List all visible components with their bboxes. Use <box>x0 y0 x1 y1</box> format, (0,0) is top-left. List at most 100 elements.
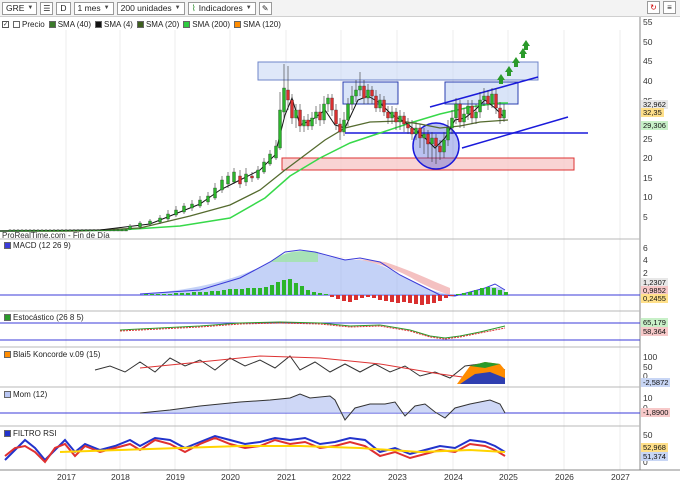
legend-swatch <box>4 351 11 358</box>
candle-body <box>198 199 202 207</box>
blai5-label[interactable]: Blai5 Koncorde v.09 (15) <box>2 350 103 359</box>
macd-bar <box>240 289 244 295</box>
macd-bar <box>258 288 262 295</box>
macd-bar <box>444 295 448 298</box>
macd-bar <box>384 295 388 301</box>
candle-body <box>220 179 224 191</box>
panel-title: MACD (12 26 9) <box>13 241 71 250</box>
candle-body <box>430 137 434 145</box>
candle-body <box>342 119 346 133</box>
rsi-red-line <box>4 436 506 464</box>
macd-area-green <box>270 251 318 262</box>
macd-bar <box>210 291 214 295</box>
macd-label[interactable]: MACD (12 26 9) <box>2 241 73 250</box>
candle-body <box>450 117 454 129</box>
candle-body <box>418 127 422 139</box>
blai5-tag: -2,5872 <box>641 378 671 387</box>
candle-body <box>206 195 210 203</box>
candle-body <box>438 145 442 153</box>
macd-tag: 0,2455 <box>641 294 668 303</box>
candle-body <box>402 115 406 125</box>
x-tick: 2019 <box>166 472 185 482</box>
candle-body <box>182 205 186 213</box>
macd-bar <box>354 295 358 300</box>
mom-axis[interactable]: 10 0 <box>640 387 680 426</box>
rsi-blue-line <box>4 434 506 462</box>
macd-bar <box>246 288 250 295</box>
resistance-zone[interactable] <box>257 61 539 81</box>
macd-bar <box>288 279 292 295</box>
macd-bar <box>144 294 148 295</box>
panel-title: FILTRO RSI <box>13 429 57 438</box>
macd-bar <box>198 292 202 295</box>
macd-bar <box>174 293 178 295</box>
candle-body <box>318 111 322 121</box>
candle-body <box>138 222 142 228</box>
candle-body <box>302 119 306 127</box>
macd-bar <box>330 295 334 297</box>
x-tick: 2026 <box>555 472 574 482</box>
candle-body <box>362 85 366 99</box>
macd-bar <box>186 293 190 295</box>
macd-bar <box>474 290 478 295</box>
macd-bar <box>234 289 238 295</box>
x-tick: 2027 <box>611 472 630 482</box>
x-tick: 2022 <box>332 472 351 482</box>
x-tick: 2024 <box>444 472 463 482</box>
price-tick: 45 <box>643 56 653 66</box>
candle-body <box>274 145 278 159</box>
candle-body <box>502 109 506 119</box>
candle-body <box>474 111 478 119</box>
candle-body <box>244 173 248 183</box>
macd-bar <box>282 280 286 295</box>
candle-body <box>338 123 342 133</box>
mom-label[interactable]: Mom (12) <box>2 390 50 399</box>
legend-swatch <box>4 314 11 321</box>
macd-bar <box>366 295 370 297</box>
price-axis[interactable]: 55 50 45 40 35 25 20 15 10 5 <box>640 0 680 239</box>
axis-tick: 2 <box>643 268 648 278</box>
macd-bar <box>264 287 268 295</box>
candle-body <box>124 229 128 232</box>
candle-body <box>334 109 338 125</box>
axis-tick: 4 <box>643 255 648 265</box>
candle-body <box>306 119 310 127</box>
axis-tick: 6 <box>643 243 648 253</box>
rsi-label[interactable]: FILTRO RSI <box>2 429 59 438</box>
candle-body <box>470 105 474 119</box>
macd-bar <box>390 295 394 302</box>
x-tick: 2020 <box>221 472 240 482</box>
candle-body <box>366 89 370 99</box>
price-tick: 20 <box>643 153 653 163</box>
macd-bar <box>312 292 316 295</box>
chart-canvas[interactable] <box>0 0 680 484</box>
macd-bar <box>462 293 466 295</box>
candle-body <box>354 89 358 97</box>
price-tag: 32,35 <box>641 108 664 117</box>
candle-body <box>226 175 230 185</box>
candle-body <box>398 115 402 123</box>
panel-title: Estocástico (26 8 5) <box>13 313 84 322</box>
candle-body <box>378 99 382 109</box>
candle-body <box>382 99 386 113</box>
candle-body <box>426 133 430 145</box>
stoch-label[interactable]: Estocástico (26 8 5) <box>2 313 86 322</box>
candle-body <box>486 95 490 105</box>
candle-body <box>414 127 418 135</box>
candle-body <box>434 137 438 147</box>
macd-bar <box>498 290 502 295</box>
stoch-tag: 65,179 <box>641 318 668 327</box>
candle-body <box>482 95 486 101</box>
candle-body <box>498 107 502 119</box>
macd-bar <box>294 283 298 295</box>
macd-bar <box>192 292 196 295</box>
macd-bar <box>414 295 418 304</box>
candle-body <box>350 95 354 105</box>
candle-body <box>374 95 378 109</box>
macd-bar <box>156 294 160 295</box>
axis-tick: 100 <box>643 352 658 362</box>
candle-body <box>442 139 446 153</box>
macd-bar <box>492 288 496 295</box>
price-tick: 55 <box>643 17 653 27</box>
candle-body <box>128 225 132 230</box>
